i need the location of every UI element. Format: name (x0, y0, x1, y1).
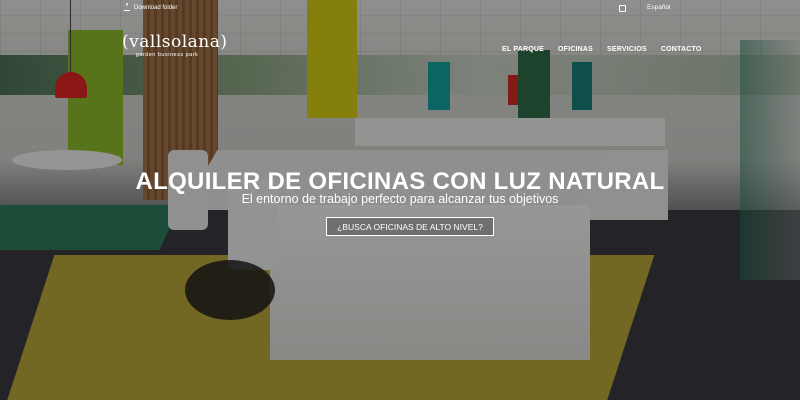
cta-button[interactable]: ¿BUSCA OFICINAS DE ALTO NIVEL? (326, 217, 494, 236)
nav-item-servicios[interactable]: SERVICIOS (607, 46, 647, 53)
nav-item-el-parque[interactable]: EL PARQUE (502, 46, 544, 53)
nav-item-oficinas[interactable]: OFICINAS (558, 46, 593, 53)
download-folder-link[interactable]: Download folder (124, 3, 178, 11)
main-nav: EL PARQUE OFICINAS SERVICIOS CONTACTO (502, 46, 701, 53)
nav-item-contacto[interactable]: CONTACTO (661, 46, 702, 53)
download-icon (124, 3, 130, 11)
download-label: Download folder (134, 5, 178, 11)
language-link[interactable]: Español (647, 4, 671, 11)
logo-tagline: garden business park (135, 52, 199, 58)
logo-name: (vallsolana) (122, 32, 228, 52)
language-icon[interactable] (619, 5, 626, 12)
logo[interactable]: (vallsolana) garden business park (122, 32, 228, 59)
hero-subheadline: El entorno de trabajo perfecto para alca… (241, 192, 559, 206)
